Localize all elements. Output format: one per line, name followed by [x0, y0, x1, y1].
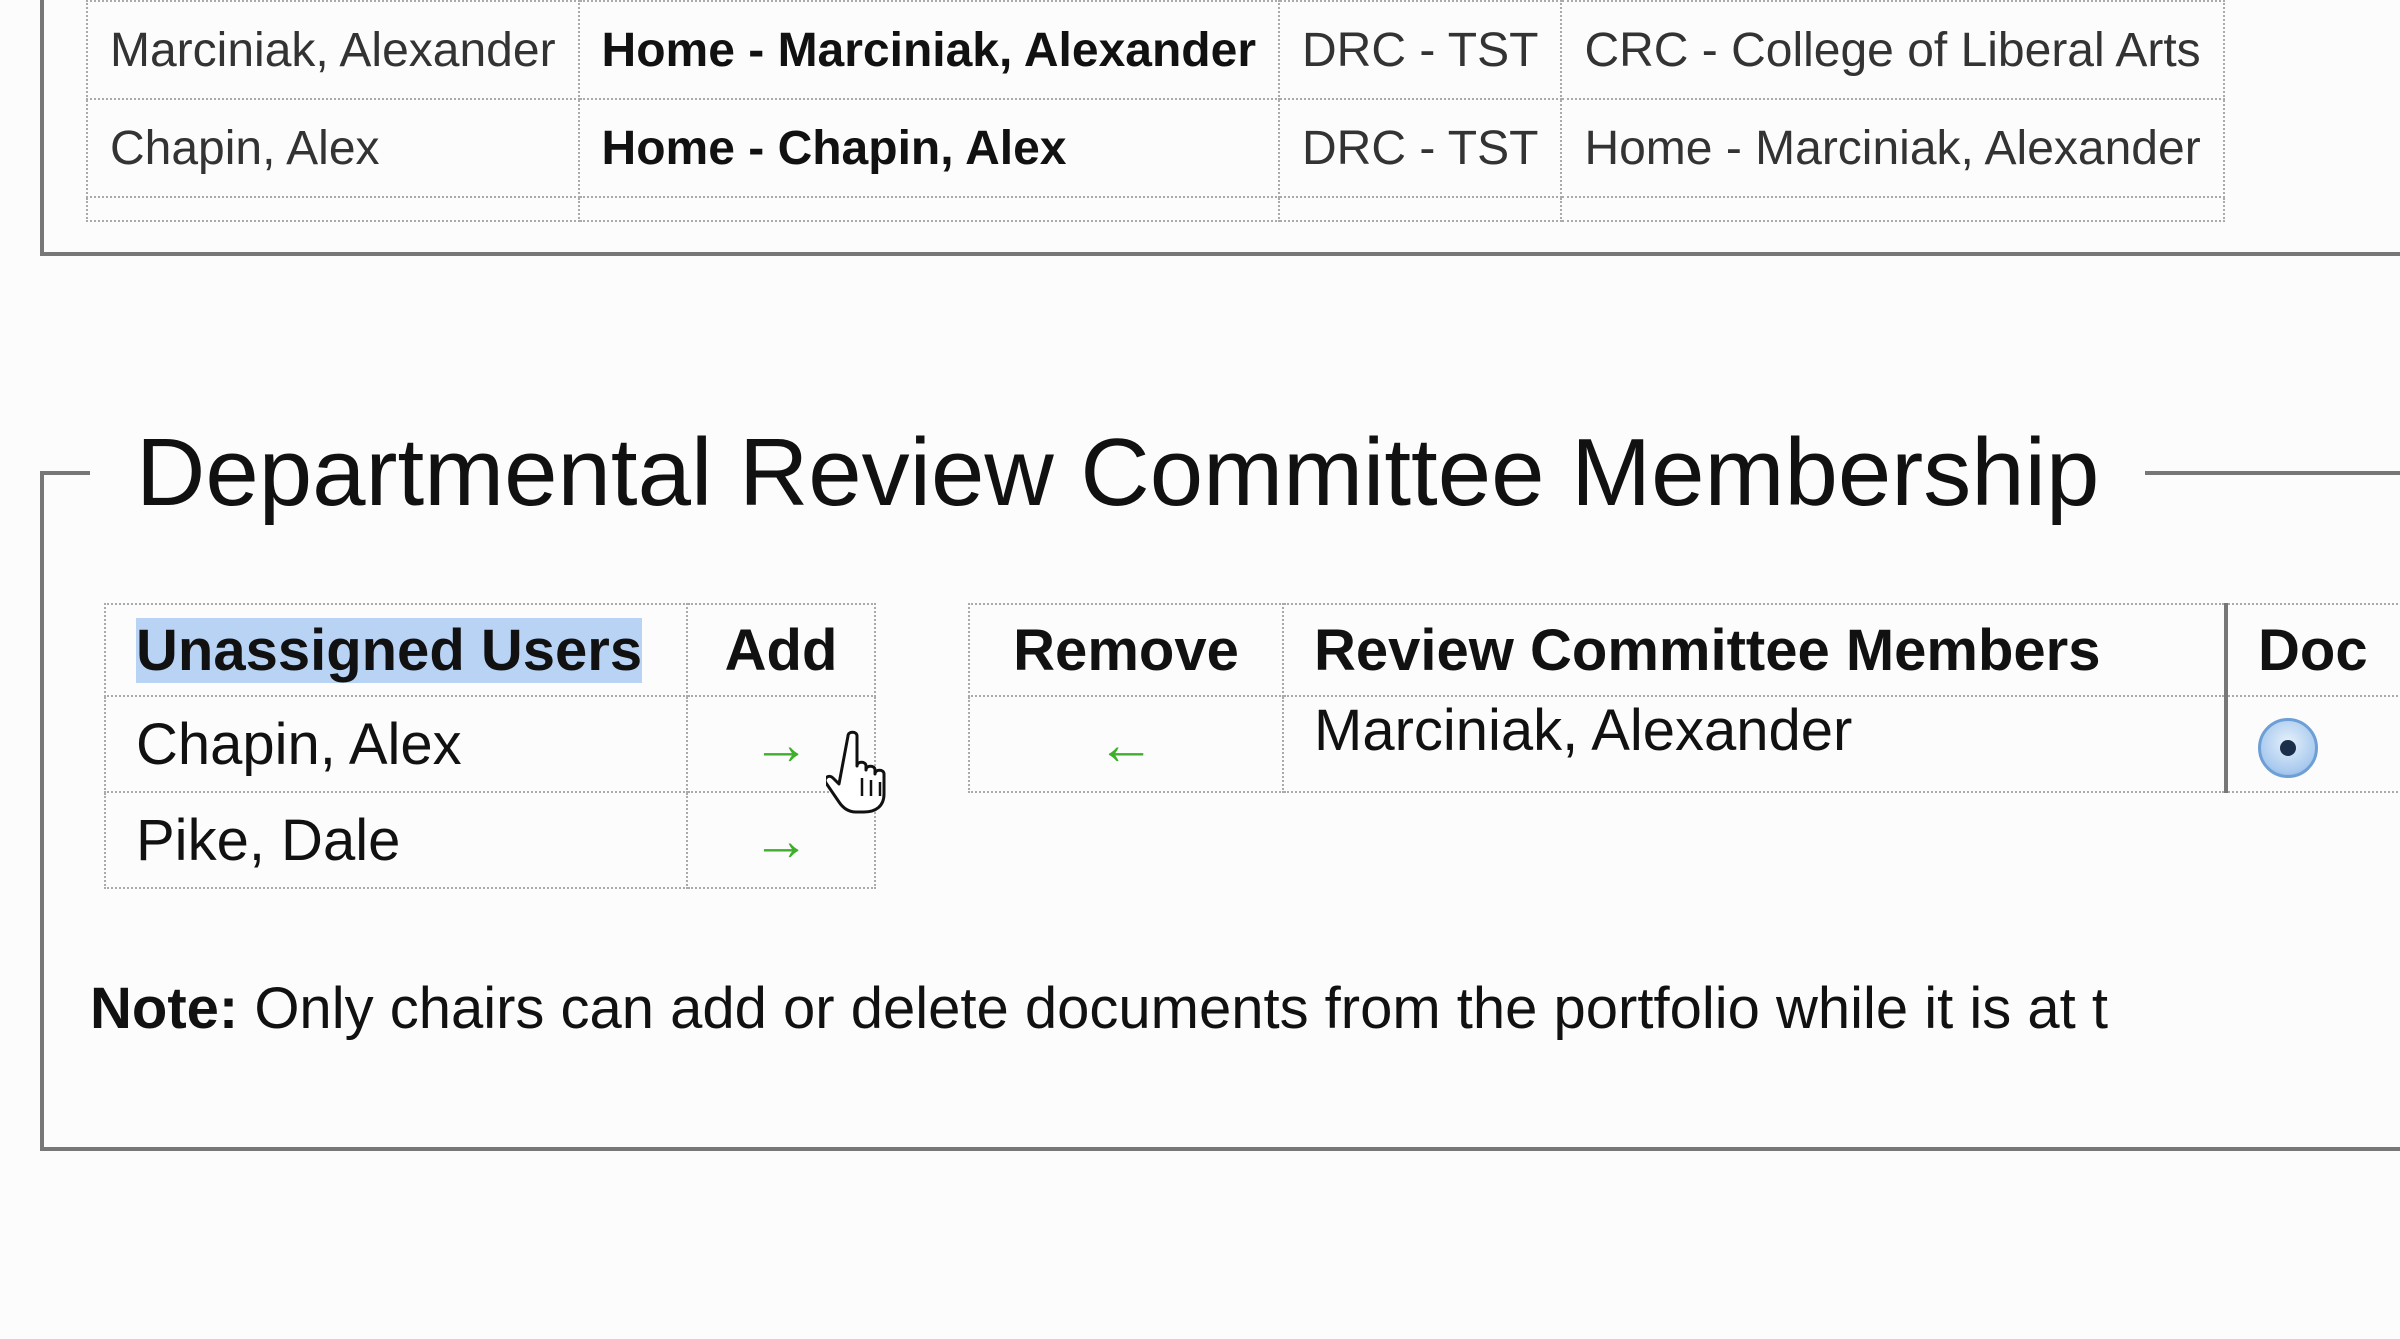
arrow-right-icon[interactable]: → — [752, 807, 810, 874]
unassigned-users-table: Unassigned Users Add Chapin, Alex → Pike… — [104, 603, 876, 889]
review-committee-table: Remove Review Committee Members Doc ← Ma… — [968, 603, 2400, 793]
table-row: ← Marciniak, Alexander — [968, 695, 2400, 793]
table-cell: Home - Marciniak, Alexander — [1560, 98, 2225, 198]
unassigned-user-name: Pike, Dale — [104, 791, 688, 889]
note-label: Note: — [90, 976, 239, 1041]
table-cell: Chapin, Alex — [86, 98, 580, 198]
doc-header: Doc — [2224, 603, 2400, 697]
hand-cursor-icon — [826, 730, 886, 814]
arrow-right-icon[interactable]: → — [752, 711, 810, 778]
table-cell-empty — [1277, 196, 1563, 222]
table-row: Chapin, Alex Home - Chapin, Alex DRC - T… — [86, 98, 2225, 198]
table-cell[interactable]: Home - Chapin, Alex — [577, 98, 1281, 198]
review-committee-members-header: Review Committee Members — [1282, 603, 2227, 697]
remove-header: Remove — [968, 603, 1284, 697]
table-cell-empty — [86, 196, 580, 222]
note-body: Only chairs can add or delete documents … — [238, 976, 2108, 1041]
table-row: Marciniak, Alexander Home - Marciniak, A… — [86, 0, 2225, 100]
add-header: Add — [686, 603, 876, 697]
case-table: Marciniak, Alexander Home - Marciniak, A… — [86, 0, 2225, 222]
table-header-row: Remove Review Committee Members Doc — [968, 603, 2400, 697]
table-header-row: Unassigned Users Add — [104, 603, 876, 697]
doc-cell — [2224, 695, 2400, 793]
table-row: Pike, Dale → — [104, 791, 876, 889]
remove-cell: ← — [968, 695, 1284, 793]
arrow-left-icon[interactable]: ← — [1097, 711, 1155, 778]
table-cell: DRC - TST — [1277, 98, 1563, 198]
section-title: Departmental Review Committee Membership — [90, 423, 2146, 523]
note-text: Note: Only chairs can add or delete docu… — [90, 975, 2108, 1042]
table-cell: Marciniak, Alexander — [86, 0, 580, 100]
table-cell-empty — [1560, 196, 2225, 222]
doc-radio-button[interactable] — [2258, 717, 2318, 778]
table-row-spacer — [86, 196, 2225, 222]
unassigned-user-name: Chapin, Alex — [104, 695, 688, 793]
selected-text: Unassigned Users — [136, 617, 643, 683]
table-cell: CRC - College of Liberal Arts — [1560, 0, 2225, 100]
committee-member-name: Marciniak, Alexander — [1282, 695, 2227, 793]
committee-membership-fieldset: Departmental Review Committee Membership… — [40, 423, 2400, 1151]
table-cell[interactable]: Home - Marciniak, Alexander — [577, 0, 1281, 100]
table-row: Chapin, Alex → — [104, 695, 876, 793]
table-cell: DRC - TST — [1277, 0, 1563, 100]
table-cell-empty — [577, 196, 1281, 222]
unassigned-users-header: Unassigned Users — [104, 603, 688, 697]
